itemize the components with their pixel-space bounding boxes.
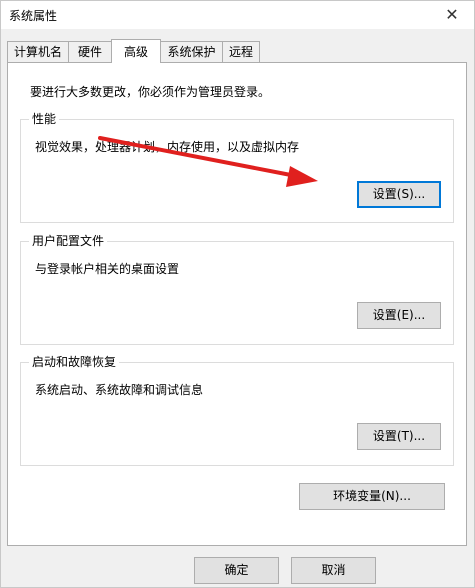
startup-recovery-title: 启动和故障恢复 [29, 355, 120, 369]
user-profiles-title: 用户配置文件 [29, 234, 108, 248]
user-profiles-settings-button[interactable]: 设置(E)... [357, 302, 441, 329]
tab-hardware[interactable]: 硬件 [68, 41, 112, 62]
tab-computer-name[interactable]: 计算机名 [7, 41, 69, 62]
ok-button[interactable]: 确定 [194, 557, 279, 584]
performance-title: 性能 [29, 112, 60, 126]
tab-system-protection[interactable]: 系统保护 [160, 41, 223, 62]
environment-variables-button[interactable]: 环境变量(N)... [299, 483, 445, 510]
user-profiles-group: 用户配置文件 与登录帐户相关的桌面设置 设置(E)... [20, 234, 454, 345]
tab-advanced[interactable]: 高级 [111, 39, 161, 63]
admin-notice: 要进行大多数更改，你必须作为管理员登录。 [30, 85, 271, 99]
startup-recovery-settings-button[interactable]: 设置(T)... [357, 423, 441, 450]
window-title: 系统属性 [9, 9, 58, 23]
advanced-tab-panel: 要进行大多数更改，你必须作为管理员登录。 性能 视觉效果，处理器计划，内存使用，… [7, 62, 467, 546]
startup-recovery-description: 系统启动、系统故障和调试信息 [35, 383, 204, 397]
performance-group: 性能 视觉效果，处理器计划，内存使用，以及虚拟内存 设置(S)... [20, 112, 454, 223]
user-profiles-description: 与登录帐户相关的桌面设置 [35, 262, 180, 276]
system-properties-window: 系统属性 ✕ 计算机名 硬件 高级 系统保护 远程 要进行大多数更改，你必须作为… [0, 0, 475, 588]
performance-settings-button[interactable]: 设置(S)... [357, 181, 441, 208]
cancel-button[interactable]: 取消 [291, 557, 376, 584]
startup-recovery-group: 启动和故障恢复 系统启动、系统故障和调试信息 设置(T)... [20, 355, 454, 466]
title-bar: 系统属性 ✕ [1, 1, 474, 29]
performance-description: 视觉效果，处理器计划，内存使用，以及虚拟内存 [35, 140, 300, 154]
close-button[interactable]: ✕ [430, 1, 474, 29]
tab-remote[interactable]: 远程 [222, 41, 260, 62]
